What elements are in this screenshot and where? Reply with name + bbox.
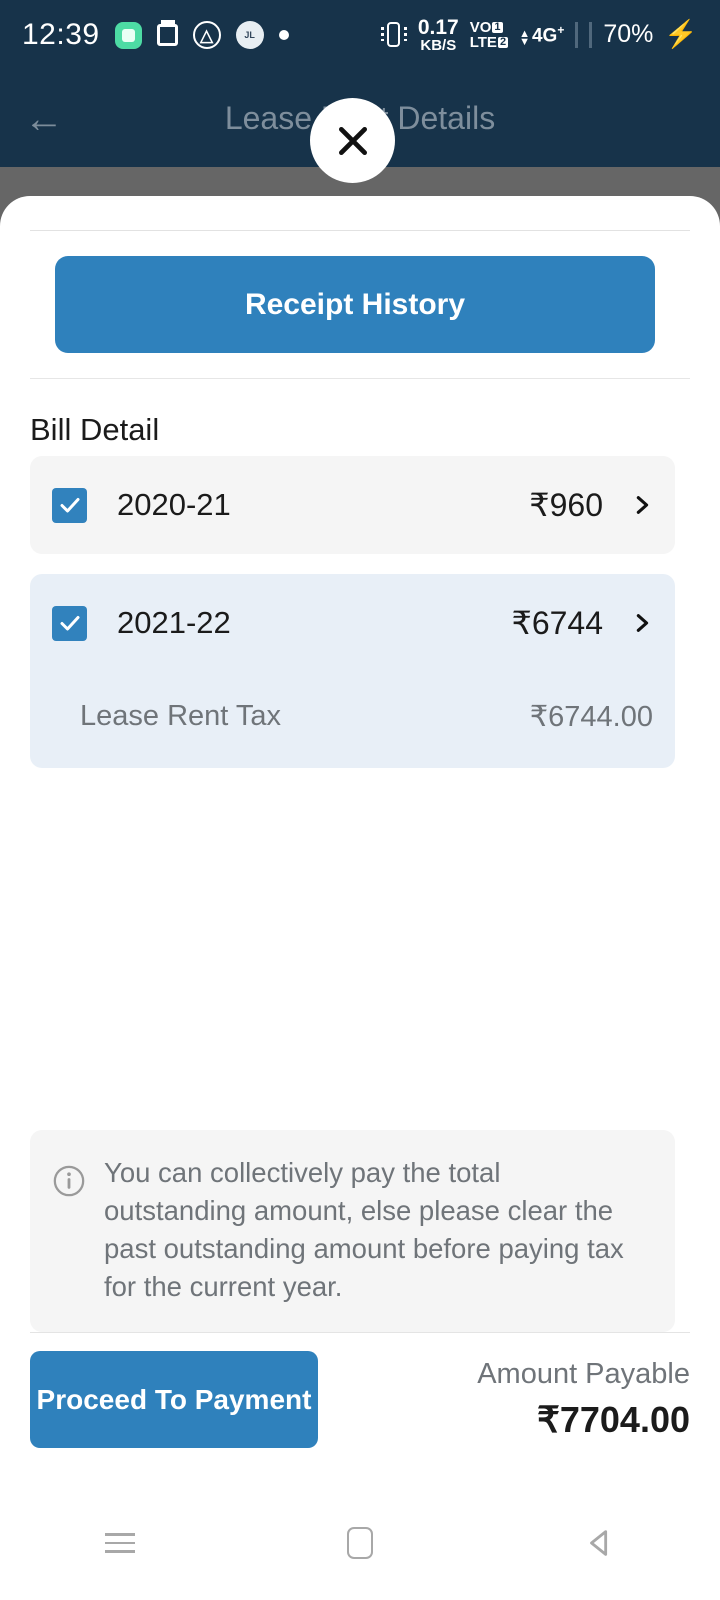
app-badge-icon bbox=[114, 21, 142, 49]
bill-amount: ₹960 bbox=[529, 487, 603, 523]
info-note: You can collectively pay the total outst… bbox=[30, 1130, 675, 1332]
network-type-indicator: ▲ ▼ 4G+ bbox=[0, 22, 720, 1600]
receipt-history-button[interactable]: Receipt History bbox=[55, 256, 655, 353]
company-logo-icon: JL bbox=[235, 21, 264, 49]
volte-bottom: LTE bbox=[469, 33, 497, 51]
lightning-bolt-icon: ⚡ bbox=[664, 19, 698, 50]
data-rate-value: 0.17 bbox=[417, 15, 459, 39]
triangle-circle-icon: △ bbox=[192, 21, 221, 49]
bill-year-label: 2020-21 bbox=[117, 487, 231, 522]
proceed-to-payment-button[interactable]: Proceed To Payment bbox=[30, 1351, 318, 1448]
app-screen: 12:39 △ JL 0.17 KB/S VO1 LTE2 ▲▼ 4G+ bbox=[0, 0, 720, 1600]
calendar-icon bbox=[156, 20, 178, 46]
amount-payable-block: Amount Payable ₹7704.00 bbox=[477, 1358, 690, 1441]
amount-payable-label: Amount Payable bbox=[477, 1358, 690, 1390]
bill-detail-sheet: Receipt History Bill Detail 2020-21 ₹960 bbox=[0, 196, 720, 1486]
bill-detail-heading: Bill Detail bbox=[30, 412, 160, 447]
network-type-sup: + bbox=[557, 22, 565, 37]
payment-footer: Proceed To Payment Amount Payable ₹7704.… bbox=[0, 1351, 720, 1448]
status-divider bbox=[575, 21, 579, 48]
info-icon bbox=[52, 1164, 86, 1306]
table-row[interactable]: 2021-22 ₹6744 Lease Rent Tax ₹6744.00 bbox=[30, 574, 675, 768]
status-bar: 12:39 △ JL 0.17 KB/S VO1 LTE2 ▲▼ 4G+ bbox=[0, 0, 720, 1600]
status-bar-right: 0.17 KB/S VO 1 LTE 2 ▲ ▼ 4G+ 70% ⚡ bbox=[0, 15, 720, 1600]
network-type-label: 4G bbox=[531, 25, 558, 47]
data-rate-unit: KB/S bbox=[420, 37, 457, 55]
dot-icon bbox=[278, 30, 289, 40]
bill-amount: ₹6744 bbox=[511, 605, 603, 641]
status-divider-2 bbox=[589, 21, 593, 48]
recents-icon[interactable] bbox=[0, 1527, 240, 1559]
status-bar-clock: 12:39 bbox=[22, 18, 100, 51]
sim2-badge: 2 bbox=[497, 36, 509, 49]
checkbox-checked-icon[interactable] bbox=[52, 605, 87, 641]
battery-percentage: 70% bbox=[603, 20, 654, 49]
sheet-top-divider bbox=[30, 230, 690, 231]
footer-divider bbox=[30, 1332, 690, 1333]
sim1-badge: 1 bbox=[492, 20, 503, 33]
amount-payable-value: ₹7704.00 bbox=[536, 1399, 690, 1440]
data-arrows-icon: ▲ ▼ bbox=[519, 27, 530, 49]
info-note-text: You can collectively pay the total outst… bbox=[104, 1157, 624, 1302]
bill-row-header[interactable]: 2021-22 ₹6744 bbox=[52, 574, 653, 672]
detail-amount: ₹6744.00 bbox=[529, 700, 653, 733]
bill-row-header[interactable]: 2020-21 ₹960 bbox=[52, 456, 653, 554]
table-row[interactable]: 2020-21 ₹960 bbox=[30, 456, 675, 554]
back-triangle-icon[interactable] bbox=[480, 1526, 720, 1560]
home-icon[interactable] bbox=[240, 1527, 480, 1559]
bill-year-label: 2021-22 bbox=[117, 605, 231, 640]
vibrate-icon bbox=[380, 20, 407, 50]
chevron-right-icon[interactable] bbox=[631, 608, 653, 638]
close-icon[interactable] bbox=[310, 98, 395, 183]
volte-icon: VO 1 LTE 2 bbox=[469, 18, 509, 51]
chevron-right-icon[interactable] bbox=[631, 490, 653, 520]
checkbox-checked-icon[interactable] bbox=[52, 487, 87, 523]
volte-top: VO bbox=[469, 18, 492, 36]
data-rate-indicator: 0.17 KB/S bbox=[417, 15, 459, 55]
status-bar-left: 12:39 △ JL bbox=[22, 18, 289, 52]
sheet-divider bbox=[30, 378, 690, 379]
android-nav-bar bbox=[0, 1486, 720, 1600]
bill-rows-list: 2020-21 ₹960 2021-22 ₹6744 Lease Rent Ta… bbox=[30, 456, 675, 788]
detail-label: Lease Rent Tax bbox=[80, 699, 281, 732]
bill-row-detail: Lease Rent Tax ₹6744.00 bbox=[52, 672, 653, 768]
